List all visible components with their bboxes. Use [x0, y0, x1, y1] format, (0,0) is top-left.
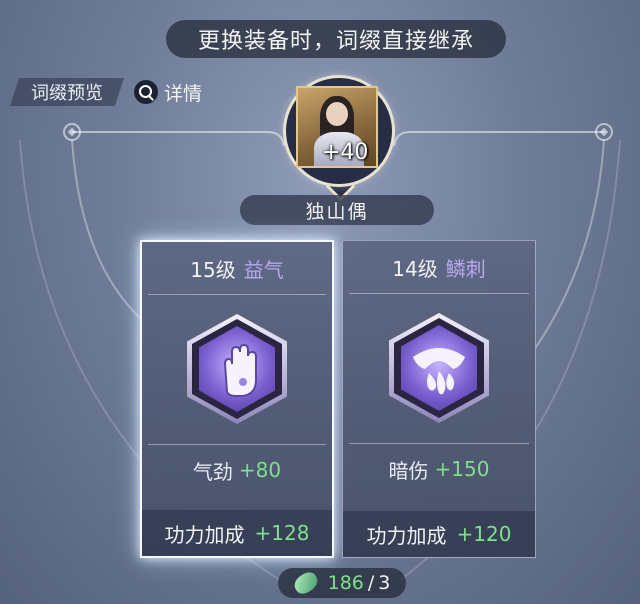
- affix-level: 15级: [190, 257, 236, 282]
- stat-value: +150: [434, 457, 490, 481]
- bonus-label: 功力加成: [366, 523, 447, 548]
- material-amount: 186: [327, 572, 364, 594]
- card-header: 14级 鳞刺: [343, 241, 535, 293]
- affix-preview-tab[interactable]: 词缀预览: [10, 78, 124, 106]
- palm-hand-icon: [187, 314, 287, 424]
- stat-value: +80: [238, 458, 282, 482]
- inherit-hint-text: 更换装备时，词缀直接继承: [197, 29, 474, 54]
- affix-card-right[interactable]: 14级 鳞刺 暗伤 +150 功力加成 +120: [342, 240, 536, 558]
- card-header: 15级 益气: [142, 242, 332, 294]
- jade-stone-icon: [290, 569, 321, 597]
- divider: [148, 444, 326, 445]
- details-button[interactable]: 详情: [134, 78, 202, 106]
- material-cost: 186 / 3: [278, 568, 406, 598]
- left-node-icon: [63, 123, 81, 141]
- bonus-value: +128: [254, 521, 310, 545]
- affix-preview-label: 词缀预览: [31, 83, 103, 104]
- divider: [349, 293, 529, 294]
- character-name: 独山偶: [305, 200, 369, 223]
- inherit-hint-banner: 更换装备时，词缀直接继承: [166, 20, 506, 58]
- bonus-label: 功力加成: [164, 522, 245, 547]
- material-separator: /: [367, 572, 375, 594]
- right-node-icon: [595, 123, 613, 141]
- material-required: 3: [378, 572, 391, 594]
- affix-stat: 气劲 +80: [142, 450, 332, 490]
- affix-stat: 暗伤 +150: [343, 449, 535, 489]
- details-label: 详情: [164, 82, 203, 105]
- affix-name: 鳞刺: [445, 256, 486, 281]
- affix-name: 益气: [243, 257, 284, 282]
- character-name-bar: 独山偶: [240, 195, 434, 225]
- stat-label: 气劲: [192, 459, 233, 484]
- power-bonus: 功力加成 +128: [142, 510, 332, 556]
- claw-drops-icon: [389, 313, 489, 423]
- stat-label: 暗伤: [388, 458, 429, 483]
- affix-card-left[interactable]: 15级 益气 气劲 +80 功力加成 +128: [140, 240, 334, 558]
- search-icon: [134, 80, 158, 104]
- bonus-value: +120: [456, 522, 512, 546]
- affix-level: 14级: [392, 256, 438, 281]
- character-level: +40: [322, 140, 369, 165]
- portrait-face: [326, 102, 348, 126]
- power-bonus: 功力加成 +120: [343, 511, 535, 557]
- divider: [349, 443, 529, 444]
- divider: [148, 294, 326, 295]
